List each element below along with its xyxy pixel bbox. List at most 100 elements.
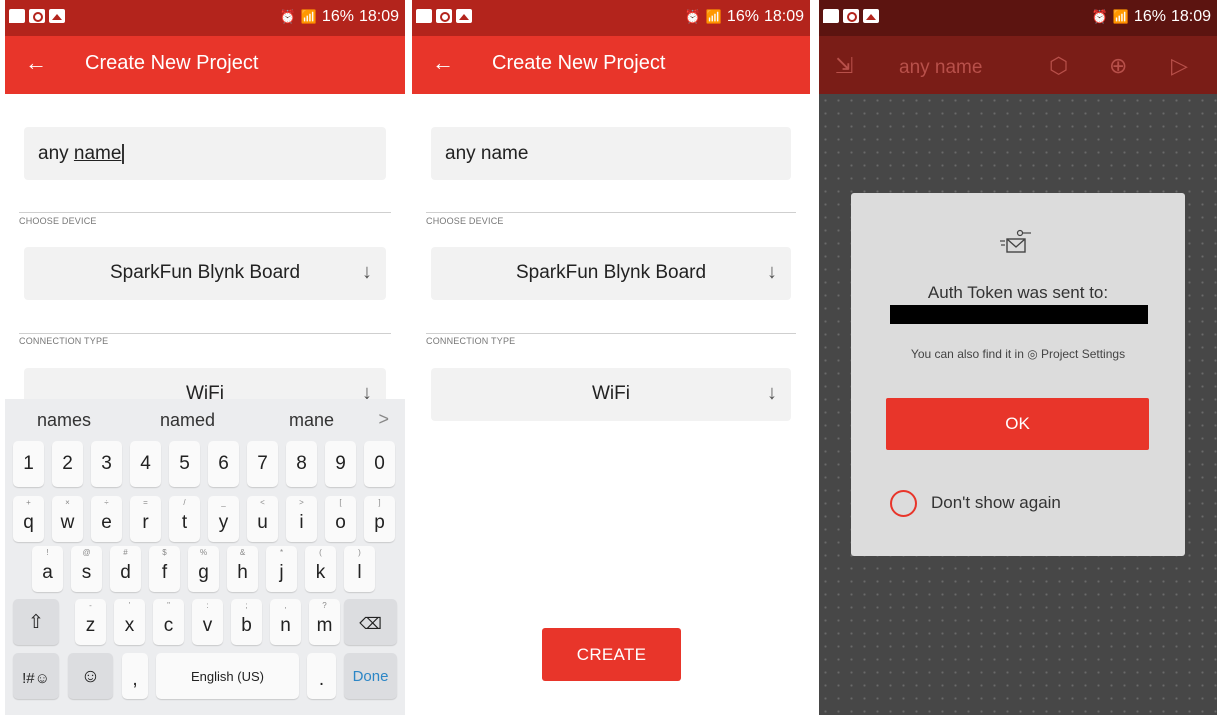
key-num-5[interactable]: 6 <box>208 441 239 487</box>
settings-hexagon-icon[interactable]: ⬡ <box>1049 53 1068 79</box>
ok-button[interactable]: OK <box>886 398 1149 450</box>
space-key[interactable]: English (US) <box>156 653 299 699</box>
key-r2-4[interactable]: % g <box>188 546 219 592</box>
clock: 18:09 <box>1170 8 1211 25</box>
done-label: Done <box>352 668 389 685</box>
key-r1-6[interactable]: < u <box>247 496 278 542</box>
key-label: s <box>81 562 92 583</box>
key-alt-label: @ <box>82 548 91 557</box>
device-dropdown[interactable]: SparkFun Blynk Board ↓ <box>431 247 791 300</box>
key-r1-7[interactable]: > i <box>286 496 317 542</box>
screen-auth-token-dialog: ⏰ 📶 16% 18:09 ⇲ any name ⬡ ⊕ ▷ Auth Toke… <box>819 0 1217 715</box>
arrow-down-icon: ↓ <box>362 261 372 283</box>
done-key[interactable]: Done <box>344 653 397 699</box>
key-r3-0[interactable]: -z <box>75 599 106 645</box>
backspace-key[interactable]: ⌫ <box>344 599 397 645</box>
key-r3-6[interactable]: ? m <box>309 599 340 645</box>
key-label: d <box>120 562 131 583</box>
alarm-icon: ⏰ <box>1091 9 1108 24</box>
app-bar: ← Create New Project <box>5 36 405 94</box>
key-r1-1[interactable]: × w <box>52 496 83 542</box>
play-icon[interactable]: ▷ <box>1171 53 1188 79</box>
key-r3-5[interactable]: ,n <box>270 599 301 645</box>
dont-show-radio[interactable] <box>890 490 917 517</box>
key-r1-2[interactable]: ÷ e <box>91 496 122 542</box>
key-r3-4[interactable]: ; b <box>231 599 262 645</box>
suggestion-3[interactable]: mane <box>289 410 334 431</box>
key-r1-5[interactable]: _ y <box>208 496 239 542</box>
key-r2-0[interactable]: ! a <box>32 546 63 592</box>
key-alt-label: " <box>167 601 170 610</box>
key-r2-3[interactable]: $ f <box>149 546 180 592</box>
key-r1-4[interactable]: / t <box>169 496 200 542</box>
app-bar: ⇲ any name ⬡ ⊕ ▷ <box>819 36 1217 94</box>
back-arrow-icon[interactable]: ← <box>432 50 454 76</box>
alarm-icon: ⏰ <box>684 9 701 24</box>
key-alt-label: × <box>65 498 70 507</box>
key-r2-8[interactable]: ) l <box>344 546 375 592</box>
back-arrow-icon[interactable]: ← <box>25 50 47 76</box>
divider <box>19 333 391 334</box>
key-r2-7[interactable]: (k <box>305 546 336 592</box>
choose-device-label: CHOOSE DEVICE <box>426 216 504 226</box>
key-r3-3[interactable]: :v <box>192 599 223 645</box>
chevron-right-icon[interactable]: > <box>378 409 389 430</box>
period-label: . <box>318 669 325 690</box>
device-dropdown[interactable]: SparkFun Blynk Board ↓ <box>24 247 386 300</box>
key-alt-label: < <box>260 498 265 507</box>
shift-key[interactable]: ⇧ <box>13 599 59 645</box>
suggestion-2[interactable]: named <box>160 410 215 431</box>
suggestion-1[interactable]: names <box>37 410 91 431</box>
project-name-input[interactable]: any name <box>24 127 386 180</box>
period-key[interactable]: . <box>307 653 336 699</box>
key-r1-9[interactable]: ] p <box>364 496 395 542</box>
key-r1-8[interactable]: [o <box>325 496 356 542</box>
key-alt-label: : <box>206 601 209 610</box>
key-num-3[interactable]: 4 <box>130 441 161 487</box>
key-r1-0[interactable]: + q <box>13 496 44 542</box>
connection-dropdown[interactable]: WiFi ↓ <box>431 368 791 421</box>
key-num-9[interactable]: 0 <box>364 441 395 487</box>
key-label: 5 <box>179 453 190 474</box>
key-label: 1 <box>23 453 34 474</box>
bottom-row: !#☺ ☺ , English (US) . Done <box>5 653 405 699</box>
exit-icon[interactable]: ⇲ <box>835 53 853 79</box>
key-label: e <box>101 512 112 533</box>
key-num-2[interactable]: 3 <box>91 441 122 487</box>
key-r2-2[interactable]: # d <box>110 546 141 592</box>
key-r2-6[interactable]: * j <box>266 546 297 592</box>
key-num-0[interactable]: 1 <box>13 441 44 487</box>
image-notification-icon <box>863 9 879 23</box>
key-label: 2 <box>62 453 73 474</box>
divider <box>19 212 391 213</box>
comma-key[interactable]: , <box>122 653 148 699</box>
symbols-key[interactable]: !#☺ <box>13 653 59 699</box>
key-label: g <box>198 562 209 583</box>
key-alt-label: / <box>183 498 186 507</box>
key-r2-1[interactable]: @ s <box>71 546 102 592</box>
key-r1-3[interactable]: = r <box>130 496 161 542</box>
key-label: k <box>315 562 326 583</box>
project-name-text: any name <box>445 143 529 164</box>
key-label: c <box>163 615 174 636</box>
redacted-email <box>890 305 1148 324</box>
project-name-input[interactable]: any name <box>431 127 791 180</box>
image-notification-icon <box>49 9 65 23</box>
symbols-key-label: !#☺ <box>22 670 50 687</box>
emoji-key[interactable]: ☺ <box>68 653 113 699</box>
key-num-8[interactable]: 9 <box>325 441 356 487</box>
p-notification-icon <box>843 9 859 23</box>
key-num-4[interactable]: 5 <box>169 441 200 487</box>
key-num-1[interactable]: 2 <box>52 441 83 487</box>
key-label: 3 <box>101 453 112 474</box>
alarm-icon: ⏰ <box>279 9 296 24</box>
key-num-7[interactable]: 8 <box>286 441 317 487</box>
auth-token-message: Auth Token was sent to: <box>927 283 1109 302</box>
key-r3-1[interactable]: ' x <box>114 599 145 645</box>
key-r2-5[interactable]: & h <box>227 546 258 592</box>
key-r3-2[interactable]: " c <box>153 599 184 645</box>
create-button[interactable]: CREATE <box>542 628 681 681</box>
add-widget-icon[interactable]: ⊕ <box>1109 53 1127 79</box>
image-notification-icon <box>456 9 472 23</box>
key-num-6[interactable]: 7 <box>247 441 278 487</box>
